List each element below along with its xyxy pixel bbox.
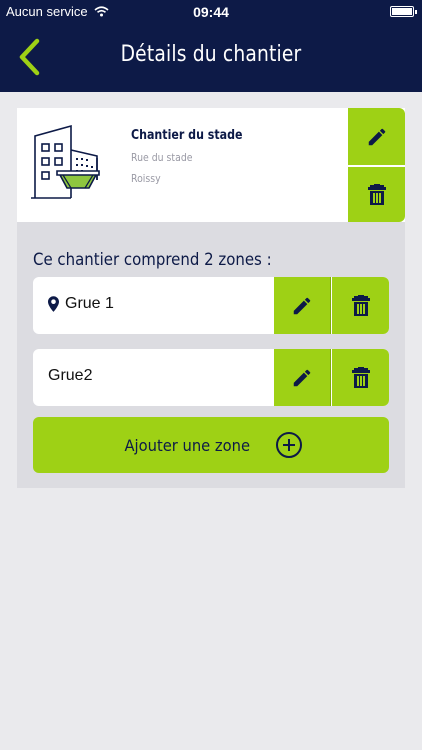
status-bar: Aucun service 09:44 [0, 0, 422, 22]
pencil-icon [293, 297, 311, 314]
add-zone-button[interactable]: Ajouter une zone [33, 417, 389, 473]
construction-site-icon [31, 124, 100, 199]
zone-label: Grue2 [48, 367, 92, 385]
edit-site-button[interactable] [348, 108, 405, 165]
edit-zone-button[interactable] [274, 277, 331, 334]
site-name: Chantier du stade [131, 128, 243, 143]
delete-zone-button[interactable] [332, 277, 389, 334]
zone-name: Grue 1 [65, 295, 114, 312]
nav-bar: Détails du chantier [0, 22, 422, 92]
battery-icon [390, 6, 417, 17]
pencil-icon [293, 369, 311, 386]
add-zone-label: Ajouter une zone [124, 435, 250, 455]
zones-heading: Ce chantier comprend 2 zones : [33, 250, 272, 270]
page-title: Détails du chantier [120, 42, 302, 67]
zone-row[interactable]: Grue 1 [33, 277, 389, 334]
location-pin-icon [48, 296, 59, 312]
delete-site-button[interactable] [348, 167, 405, 222]
site-card: Chantier du stade Rue du stade Roissy [17, 108, 405, 222]
trash-icon [351, 366, 370, 388]
trash-icon [367, 183, 386, 205]
zone-label: Grue 1 [48, 295, 114, 313]
delete-zone-button[interactable] [332, 349, 389, 406]
status-time: 09:44 [193, 4, 229, 20]
plus-circle-icon [276, 432, 303, 458]
zone-row[interactable]: Grue2 [33, 349, 389, 406]
site-city: Roissy [131, 172, 161, 185]
edit-zone-button[interactable] [274, 349, 331, 406]
trash-icon [351, 294, 370, 316]
site-street: Rue du stade [131, 151, 193, 164]
pencil-icon [368, 128, 385, 145]
zone-name: Grue2 [48, 367, 93, 384]
